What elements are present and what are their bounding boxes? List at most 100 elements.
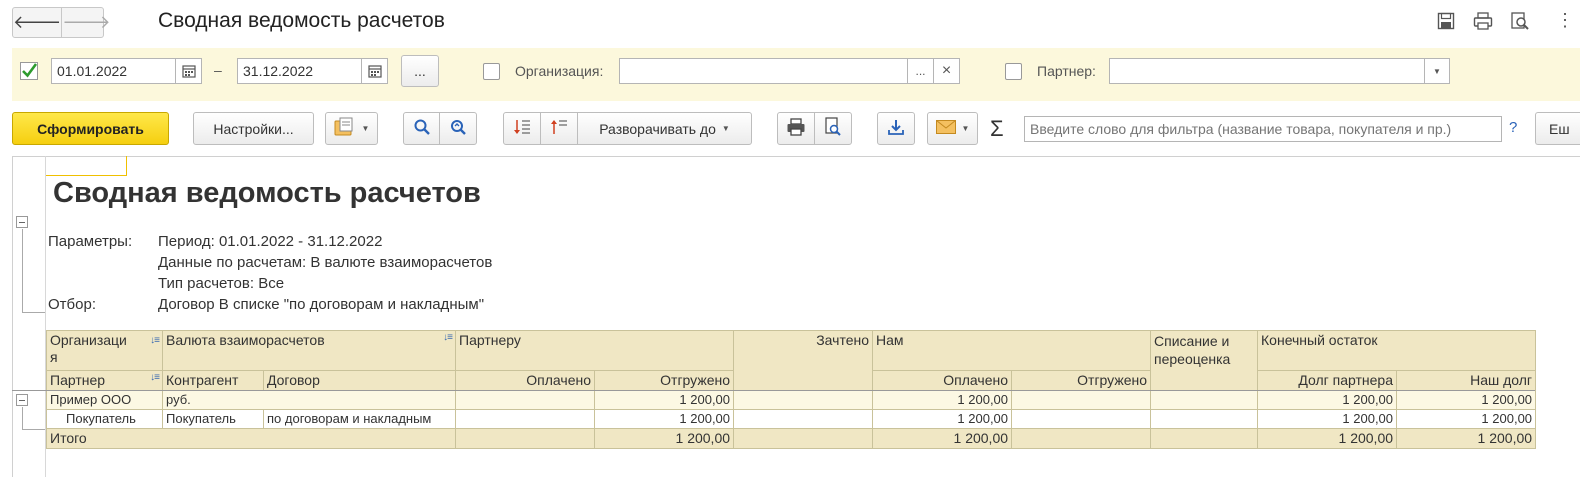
group-line (22, 229, 23, 312)
header-currency[interactable]: ↓≡ Валюта взаиморасчетов (162, 330, 456, 371)
organization-label: Организация: (515, 63, 604, 79)
header-partner[interactable]: ↓≡ Партнер (46, 370, 163, 391)
header-contract: Договор (263, 370, 456, 391)
report-variants-icon (334, 117, 356, 140)
cell-paid-to-us: 1 200,00 (872, 390, 1013, 410)
total-shipped: 1 200,00 (593, 428, 735, 449)
save-icon[interactable] (1435, 10, 1457, 32)
param-data: Данные по расчетам: В валюте взаиморасче… (158, 254, 493, 271)
cell-partner-debt: 1 200,00 (1257, 390, 1398, 410)
group-line (22, 312, 45, 313)
chevron-down-icon: ▼ (961, 124, 970, 133)
preview-icon (824, 117, 842, 140)
header-writeoff: Списание и переоценка (1150, 330, 1259, 391)
params-label: Параметры: (48, 233, 133, 250)
window-title: Сводная ведомость расчетов (158, 9, 445, 32)
period-to-input[interactable]: 31.12.2022 (237, 58, 362, 84)
sort-icon: ↓≡ (150, 372, 160, 383)
filter-label: Отбор: (48, 296, 96, 313)
total-row: Итого 1 200,00 1 200,00 1 200,00 1 200,0… (46, 428, 1537, 449)
organization-checkbox[interactable] (483, 63, 500, 80)
cell-counterparty: Покупатель (162, 409, 264, 429)
cell-paid (455, 409, 595, 429)
more-actions-button[interactable]: Еш (1535, 112, 1580, 145)
forward-button[interactable]: 🡒 (61, 8, 111, 37)
partner-input[interactable] (1109, 58, 1425, 84)
table-header-row: ↓≡ Организаци я ↓≡ Валюта взаиморасчетов … (46, 330, 1537, 391)
expand-list-icon (550, 118, 568, 139)
arrow-left-icon: 🡐 (13, 12, 62, 32)
table-row[interactable]: Пример ООО руб. 1 200,00 1 200,00 1 200,… (46, 390, 1537, 410)
cell-paid-to-us: 1 200,00 (872, 409, 1013, 429)
header-shipped: Отгружено (593, 370, 735, 391)
report-left-border (12, 156, 13, 477)
header-offset: Зачтено (733, 330, 874, 391)
cell-writeoff (1150, 390, 1259, 410)
total-partner-debt: 1 200,00 (1257, 428, 1398, 449)
search-button[interactable] (403, 112, 440, 145)
cell-shipped: 1 200,00 (593, 409, 735, 429)
report-top-border (12, 156, 1580, 157)
generate-button[interactable]: Сформировать (12, 112, 169, 145)
filter-search-input[interactable] (1024, 116, 1502, 142)
header-paid-to-us: Оплачено (872, 370, 1013, 391)
expand-to-label: Разворачивать до (599, 120, 716, 137)
cell-shipped: 1 200,00 (593, 390, 735, 410)
partner-checkbox[interactable] (1005, 63, 1022, 80)
navigation-group: 🡐 🡒 (12, 7, 111, 38)
period-select-button[interactable]: ... (401, 55, 439, 87)
search-next-button[interactable] (439, 112, 477, 145)
group-line (22, 407, 23, 429)
param-type: Тип расчетов: Все (158, 275, 285, 292)
print-preview-button[interactable] (814, 112, 852, 145)
cell-org: Пример ООО (46, 390, 163, 410)
header-counterparty: Контрагент (162, 370, 264, 391)
preview-icon[interactable] (1509, 10, 1531, 32)
partner-label: Партнер: (1037, 63, 1096, 79)
collapse-group-icon[interactable] (16, 394, 28, 406)
param-period: Период: 01.01.2022 - 31.12.2022 (158, 233, 383, 250)
arrow-right-icon: 🡒 (62, 12, 111, 32)
chevron-down-icon: ▼ (721, 124, 730, 133)
variants-button[interactable]: ▼ (325, 112, 378, 145)
cell-contract: по договорам и накладным (263, 409, 456, 429)
report-title: Сводная ведомость расчетов (53, 177, 481, 209)
cell-shipped-to-us (1011, 390, 1152, 410)
cell-partner: Покупатель (46, 409, 163, 429)
table-row[interactable]: Покупатель Покупатель по договорам и нак… (46, 409, 1537, 429)
save-to-file-button[interactable] (877, 112, 915, 145)
period-from-input[interactable]: 01.01.2022 (51, 58, 176, 84)
period-checkbox[interactable] (20, 62, 38, 80)
cell-partner-debt: 1 200,00 (1257, 409, 1398, 429)
back-button[interactable]: 🡐 (13, 8, 61, 37)
header-paid: Оплачено (455, 370, 595, 391)
chevron-down-icon: ▼ (1433, 66, 1441, 76)
expand-groups-button[interactable] (540, 112, 578, 145)
organization-input[interactable] (619, 58, 908, 84)
cell-our-debt: 1 200,00 (1396, 409, 1537, 429)
sort-icon: ↓≡ (150, 335, 160, 346)
collapse-groups-button[interactable] (503, 112, 541, 145)
help-button[interactable]: ? (1509, 119, 1517, 136)
print-button[interactable] (777, 112, 815, 145)
calendar-icon[interactable] (362, 58, 388, 84)
print-icon[interactable] (1472, 10, 1494, 32)
organization-select-button[interactable]: ... (908, 58, 934, 84)
organization-clear-button[interactable]: × (934, 58, 960, 84)
cell-offset (733, 409, 874, 429)
sum-icon[interactable]: Σ (990, 116, 1004, 142)
cell-paid (455, 390, 595, 410)
more-icon[interactable]: ⋮ (1556, 10, 1580, 32)
send-email-button[interactable]: ▼ (927, 112, 978, 145)
header-organization[interactable]: ↓≡ Организаци я (46, 330, 163, 371)
total-our-debt: 1 200,00 (1396, 428, 1537, 449)
group-line (22, 429, 45, 430)
expand-to-dropdown[interactable]: Разворачивать до ▼ (577, 112, 752, 145)
chevron-down-icon: ▼ (361, 124, 370, 133)
cell-currency: руб. (162, 390, 456, 410)
calendar-icon[interactable] (176, 58, 202, 84)
partner-dropdown-button[interactable]: ▼ (1425, 58, 1450, 84)
collapse-group-icon[interactable] (16, 216, 28, 228)
row-separator (12, 390, 1535, 391)
settings-button[interactable]: Настройки... (193, 112, 314, 145)
